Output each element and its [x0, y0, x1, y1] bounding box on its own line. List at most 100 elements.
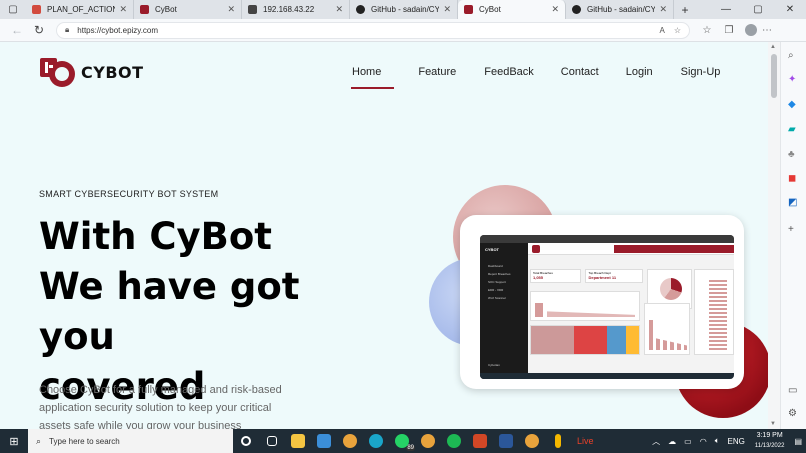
site-logo[interactable]: CYBOT	[40, 56, 144, 88]
taskbar-search[interactable]: ⌕ Type here to search	[28, 429, 233, 453]
edge-icon[interactable]	[363, 429, 389, 453]
profile-avatar[interactable]	[745, 24, 757, 36]
whatsapp-icon[interactable]: 89	[389, 429, 415, 453]
scroll-down-icon[interactable]: ▼	[770, 421, 776, 427]
favorites-icon[interactable]: ☆	[696, 25, 718, 36]
browser-tab[interactable]: GitHub - sadain/CYBO ✕	[566, 0, 674, 19]
chrome-icon[interactable]	[415, 429, 441, 453]
collections-icon[interactable]: ❐	[718, 25, 740, 36]
tab-favicon-icon	[248, 5, 257, 14]
close-window-icon[interactable]: ✕	[774, 0, 806, 19]
page-content: CYBOT Home Feature FeedBack Contact Logi…	[0, 42, 768, 429]
more-icon[interactable]: ⋯	[762, 25, 772, 36]
volume-icon[interactable]: 🔈︎	[715, 436, 720, 446]
chrome-icon[interactable]	[519, 429, 545, 453]
close-icon[interactable]: ✕	[227, 4, 235, 15]
wifi-icon[interactable]: ◠	[700, 437, 707, 446]
kpi-value: 1,055	[533, 275, 544, 280]
scroll-up-icon[interactable]: ▲	[770, 44, 776, 50]
nav-feature[interactable]: Feature	[418, 66, 456, 78]
back-icon[interactable]: ←	[6, 23, 28, 37]
nav-home[interactable]: Home	[350, 66, 395, 89]
mail-icon[interactable]	[311, 429, 337, 453]
taskbar-clock[interactable]: 3:19 PM 11/13/2022	[755, 431, 785, 451]
close-icon[interactable]: ✕	[551, 4, 559, 15]
office-icon[interactable]: ◼	[788, 173, 796, 184]
page-scrollbar[interactable]: ▲ ▼	[768, 42, 780, 429]
dashboard-menu-item: Dashboard	[488, 264, 503, 268]
hero-eyebrow: SMART CYBERSECURITY BOT SYSTEM	[39, 189, 219, 199]
windows-start-icon[interactable]: ⊞	[0, 435, 28, 448]
windows-taskbar: ⊞ ⌕ Type here to search 89 Live ︿ ☁ ▭ ◠ …	[0, 429, 806, 453]
search-placeholder: Type here to search	[49, 436, 120, 446]
nav-contact[interactable]: Contact	[561, 66, 599, 78]
close-icon[interactable]: ✕	[335, 4, 343, 15]
address-bar: ← ↻ 🔒︎ https://cybot.epizy.com A ☆ ☆ ❐ ⋯	[0, 19, 806, 42]
tab-favicon-icon	[464, 5, 473, 14]
github-icon	[356, 5, 365, 14]
sidebar-toggle-icon[interactable]: ▭	[788, 385, 797, 396]
nav-signup[interactable]: Sign-Up	[681, 66, 721, 78]
read-aloud-icon[interactable]: A	[659, 26, 664, 35]
tab-label: GitHub - sadain/CYBO	[371, 5, 440, 14]
battery-icon[interactable]: ▭	[684, 437, 692, 446]
tab-strip: ▢ PLAN_OF_ACTION - P ✕ CyBot ✕ 192.168.4…	[0, 0, 806, 19]
favorite-add-icon[interactable]: ☆	[674, 26, 681, 35]
cortana-icon[interactable]	[233, 429, 259, 453]
live-indicator[interactable]: Live	[577, 436, 594, 446]
tab-label: CyBot	[155, 5, 177, 14]
dashboard-screenshot: CYBOT Dashboard Report Breaches SOC Supp…	[480, 235, 734, 379]
hero-illustration: CYBOT Dashboard Report Breaches SOC Supp…	[425, 182, 768, 429]
task-view-icon[interactable]	[259, 429, 285, 453]
kpi-value: Department 11	[588, 275, 617, 280]
url-field[interactable]: 🔒︎ https://cybot.epizy.com A ☆	[56, 21, 690, 39]
lock-icon[interactable]: 🔒︎	[65, 25, 69, 35]
maximize-icon[interactable]: ▢	[742, 0, 774, 19]
dashboard-menu-item: EDR - XDR	[488, 288, 504, 292]
spotify-icon[interactable]	[441, 429, 467, 453]
dashboard-user: Cybotian	[488, 363, 500, 367]
chrome-icon[interactable]	[337, 429, 363, 453]
minimize-icon[interactable]: —	[710, 0, 742, 19]
torch-icon[interactable]	[545, 429, 571, 453]
chevron-up-icon[interactable]: ︿	[652, 436, 660, 447]
copilot-icon[interactable]: ✦	[788, 74, 796, 85]
dashboard-menu-item: SOC Support	[488, 280, 506, 284]
browser-tab[interactable]: PLAN_OF_ACTION - P ✕	[26, 0, 134, 19]
add-icon[interactable]: +	[788, 224, 794, 235]
browser-tab[interactable]: CyBot ✕	[134, 0, 242, 19]
tag-icon[interactable]: ◆	[788, 99, 796, 110]
browser-tab-active[interactable]: CyBot ✕	[458, 0, 566, 19]
briefcase-icon[interactable]: ▰	[788, 124, 796, 135]
browser-tab[interactable]: GitHub - sadain/CYBO ✕	[350, 0, 458, 19]
hero-description: Choose CyBot for a fully managed and ris…	[39, 384, 282, 429]
new-tab-button[interactable]: +	[674, 0, 696, 19]
url-text[interactable]: https://cybot.epizy.com	[77, 26, 650, 35]
outlook-icon[interactable]: ◩	[788, 197, 797, 208]
nav-login[interactable]: Login	[626, 66, 653, 78]
cybot-logo-icon	[40, 56, 77, 88]
close-icon[interactable]: ✕	[119, 4, 127, 15]
window-controls: — ▢ ✕	[710, 0, 806, 19]
cloud-icon[interactable]: ☁	[668, 437, 676, 446]
file-explorer-icon[interactable]	[285, 429, 311, 453]
dashboard-brand: CYBOT	[485, 247, 499, 252]
notification-icon[interactable]: ▤	[794, 437, 802, 446]
language-indicator[interactable]: ENG	[728, 437, 745, 446]
powerpoint-icon[interactable]	[467, 429, 493, 453]
clock-time: 3:19 PM	[756, 432, 783, 439]
tab-actions-icon[interactable]: ▢	[0, 0, 26, 19]
close-icon[interactable]: ✕	[659, 4, 667, 15]
word-icon[interactable]	[493, 429, 519, 453]
main-nav: Home Feature FeedBack Contact Login Sign…	[342, 66, 721, 89]
settings-gear-icon[interactable]: ⚙	[788, 408, 797, 419]
search-icon[interactable]: ⌕	[788, 50, 794, 61]
scroll-thumb[interactable]	[771, 54, 777, 98]
dashboard-preview-card: CYBOT Dashboard Report Breaches SOC Supp…	[460, 215, 744, 389]
games-icon[interactable]: ♣	[788, 149, 795, 160]
browser-tab[interactable]: 192.168.43.22 ✕	[242, 0, 350, 19]
nav-feedback[interactable]: FeedBack	[484, 66, 534, 78]
tab-label: GitHub - sadain/CYBO	[587, 5, 656, 14]
close-icon[interactable]: ✕	[443, 4, 451, 15]
refresh-icon[interactable]: ↻	[28, 23, 50, 37]
